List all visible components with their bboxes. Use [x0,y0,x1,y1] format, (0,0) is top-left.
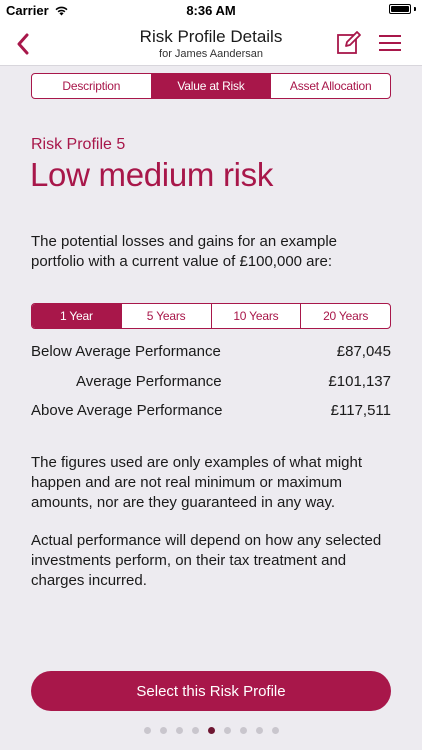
tab-value-at-risk[interactable]: Value at Risk [151,74,272,98]
performance-label: Above Average Performance [31,402,223,419]
edit-icon [337,31,361,54]
page-indicator [0,727,422,734]
detail-tabs: Description Value at Risk Asset Allocati… [31,73,391,99]
performance-value: £117,511 [330,402,391,419]
hamburger-menu-icon [379,35,401,51]
performance-value: £87,045 [336,343,391,360]
period-10-years[interactable]: 10 Years [212,304,302,328]
page-dot[interactable] [159,727,167,734]
performance-row-below: Below Average Performance £87,045 [31,343,391,363]
period-20-years[interactable]: 20 Years [301,304,390,328]
page-dot[interactable] [271,727,279,734]
page-dot[interactable] [239,727,247,734]
performance-note: Actual performance will depend on how an… [31,532,382,589]
page-dot[interactable] [143,727,151,734]
page-dot-active[interactable] [207,727,215,734]
performance-value: £101,137 [328,373,391,390]
page-dot[interactable] [223,727,231,734]
disclaimer-text: The figures used are only examples of wh… [31,454,363,511]
page-dot[interactable] [175,727,183,734]
edit-button[interactable] [336,30,362,56]
performance-row-above: Above Average Performance £117,511 [31,402,391,422]
performance-label: Average Performance [76,373,222,390]
period-1-year[interactable]: 1 Year [32,304,122,328]
page-dot[interactable] [191,727,199,734]
tab-asset-allocation[interactable]: Asset Allocation [271,74,390,98]
tab-description[interactable]: Description [32,74,152,98]
performance-row-average: Average Performance £101,137 [31,373,391,393]
status-bar: Carrier 8:36 AM [0,0,422,22]
performance-label: Below Average Performance [31,343,221,360]
battery-icon [389,4,416,14]
select-risk-profile-button[interactable]: Select this Risk Profile [31,671,391,711]
menu-button[interactable] [378,32,402,54]
status-time: 8:36 AM [186,3,236,18]
intro-text: The potential losses and gains for an ex… [31,233,338,270]
risk-profile-name: Low medium risk [30,156,274,193]
period-selector: 1 Year 5 Years 10 Years 20 Years [31,303,391,329]
navigation-bar: Risk Profile Details for James Aandersan [0,22,422,66]
period-5-years[interactable]: 5 Years [122,304,212,328]
page-dot[interactable] [255,727,263,734]
risk-profile-number: Risk Profile 5 [31,136,126,153]
